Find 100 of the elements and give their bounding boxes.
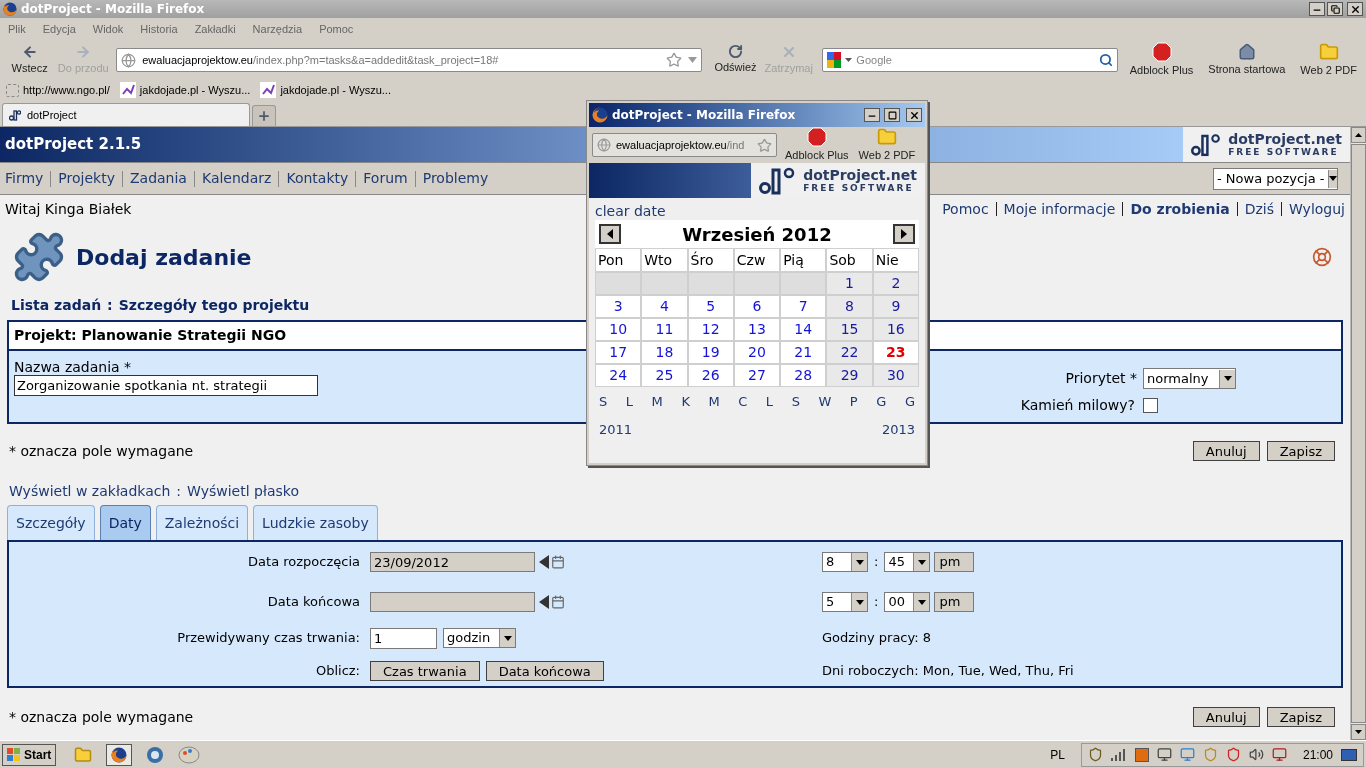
new-tab-button[interactable] — [252, 105, 276, 126]
back-button[interactable]: Wstecz — [6, 43, 54, 77]
form-tab[interactable]: Ludzkie zasoby — [253, 505, 378, 540]
user-link[interactable]: Moje informacje — [1003, 198, 1116, 220]
task-name-field[interactable]: Zorganizowanie spotkania nt. strategii — [14, 375, 318, 396]
day-cell[interactable]: 16 — [873, 319, 918, 340]
dropdown-icon[interactable] — [845, 58, 853, 62]
month-link[interactable]: S — [791, 392, 800, 412]
date-field[interactable] — [370, 592, 535, 612]
arrow-left-icon[interactable] — [539, 555, 549, 569]
menu-item[interactable]: Edycja — [42, 20, 76, 38]
monitor-icon[interactable] — [1179, 747, 1195, 762]
minute-select[interactable]: 45 — [884, 552, 931, 572]
day-cell[interactable]: 19 — [688, 342, 733, 363]
nav-link[interactable]: Forum — [363, 168, 408, 189]
day-cell[interactable]: 26 — [688, 365, 733, 386]
menu-item[interactable]: Pomoc — [319, 20, 354, 38]
shield-icon[interactable] — [1087, 747, 1103, 762]
menu-item[interactable]: Historia — [140, 20, 178, 38]
addon-button[interactable]: Web 2 PDF — [1297, 41, 1360, 79]
day-cell[interactable]: 10 — [596, 319, 641, 340]
menu-item[interactable]: Zakładki — [194, 20, 236, 38]
start-button[interactable]: Start — [2, 743, 57, 766]
monitor-icon[interactable] — [1156, 747, 1172, 762]
reload-button[interactable]: Odśwież — [713, 44, 758, 76]
day-cell[interactable]: 8 — [827, 296, 872, 317]
browser-tab[interactable]: dotProject — [2, 103, 250, 126]
form-button[interactable]: Anuluj — [1192, 441, 1260, 461]
day-cell[interactable]: 21 — [781, 342, 826, 363]
nav-link[interactable]: Problemy — [422, 168, 489, 189]
close-button[interactable] — [1347, 2, 1363, 16]
day-cell[interactable]: 27 — [734, 365, 780, 386]
addon-button[interactable]: Web 2 PDF — [856, 126, 918, 164]
nav-link[interactable]: Kontakty — [286, 168, 349, 189]
search-box[interactable]: Google — [822, 48, 1118, 72]
addon-button[interactable]: Adblock Plus — [1126, 41, 1197, 79]
breadcrumb-link[interactable]: Lista zadań — [11, 294, 102, 316]
next-year-link[interactable]: 2013 — [881, 419, 915, 439]
minimize-button[interactable] — [864, 108, 880, 122]
star-icon[interactable] — [757, 137, 772, 153]
month-link[interactable]: L — [765, 392, 774, 412]
restore-button[interactable] — [1327, 2, 1343, 16]
day-cell[interactable]: 20 — [734, 342, 780, 363]
browser-taskbar-button[interactable] — [106, 743, 133, 766]
day-cell[interactable]: 9 — [873, 296, 918, 317]
new-item-select[interactable]: - Nowa pozycja - — [1213, 167, 1338, 190]
nav-link[interactable]: Projekty — [58, 168, 115, 189]
menu-item[interactable]: Widok — [92, 20, 124, 38]
month-link[interactable]: G — [904, 392, 915, 412]
signal-icon[interactable] — [1110, 748, 1127, 761]
next-month-button[interactable] — [893, 224, 915, 244]
month-link[interactable]: G — [876, 392, 887, 412]
month-link[interactable]: P — [849, 392, 858, 412]
month-link[interactable]: S — [599, 392, 608, 412]
hour-select[interactable]: 5 — [822, 592, 868, 612]
bookmark-link[interactable]: http://www.ngo.pl/ — [23, 81, 110, 99]
java-icon[interactable] — [1134, 747, 1149, 762]
duration-field[interactable]: 1 — [370, 627, 437, 649]
day-cell[interactable]: 15 — [827, 319, 872, 340]
maximize-button[interactable] — [884, 108, 900, 122]
addon-button[interactable]: Strona startowa — [1205, 42, 1289, 78]
bookmark-link[interactable]: jakdojade.pl - Wyszu... — [280, 81, 391, 99]
hour-select[interactable]: 8 — [822, 552, 868, 572]
shield-icon[interactable] — [1225, 747, 1241, 762]
arrow-left-icon[interactable] — [539, 595, 549, 609]
previous-month-button[interactable] — [599, 224, 621, 244]
language-indicator[interactable]: PL — [1050, 745, 1065, 764]
speaker-icon[interactable] — [1248, 747, 1264, 762]
date-field[interactable]: 23/09/2012 — [370, 552, 535, 572]
addon-button[interactable]: Adblock Plus — [783, 126, 851, 164]
day-cell[interactable]: 7 — [781, 296, 826, 317]
view-link[interactable]: Wyświetl płasko — [187, 480, 299, 502]
month-link[interactable]: K — [681, 392, 690, 412]
form-button[interactable]: Zapisz — [1266, 707, 1335, 727]
scroll-up-button[interactable] — [1351, 127, 1366, 143]
day-cell[interactable]: 22 — [827, 342, 872, 363]
breadcrumb-link[interactable]: Szczegóły tego projektu — [118, 294, 310, 316]
form-button[interactable]: Zapisz — [1266, 441, 1335, 461]
search-input[interactable]: Google — [856, 51, 1095, 69]
user-link[interactable]: Do zrobienia — [1130, 198, 1230, 220]
form-button[interactable]: Data końcowa — [485, 661, 604, 681]
previous-year-link[interactable]: 2011 — [599, 419, 633, 439]
month-link[interactable]: C — [738, 392, 748, 412]
day-cell[interactable]: 12 — [688, 319, 733, 340]
clear-date-link[interactable]: clear date — [595, 202, 919, 220]
nav-link[interactable]: Firmy — [5, 168, 44, 189]
day-cell[interactable]: 17 — [596, 342, 641, 363]
ampm-field[interactable]: pm — [934, 552, 975, 572]
form-tab[interactable]: Zależności — [155, 505, 249, 540]
unit-select[interactable]: godzin — [443, 628, 516, 648]
month-link[interactable]: M — [708, 392, 720, 412]
month-link[interactable]: L — [625, 392, 634, 412]
day-cell[interactable]: 3 — [596, 296, 641, 317]
day-cell[interactable]: 14 — [781, 319, 826, 340]
day-cell[interactable]: 23 — [873, 342, 918, 363]
day-cell[interactable]: 18 — [642, 342, 687, 363]
day-cell[interactable]: 29 — [827, 365, 872, 386]
bookmark-link[interactable]: jakdojade.pl - Wyszu... — [139, 81, 251, 99]
ampm-field[interactable]: pm — [934, 592, 975, 612]
user-link[interactable]: Dziś — [1244, 198, 1274, 220]
